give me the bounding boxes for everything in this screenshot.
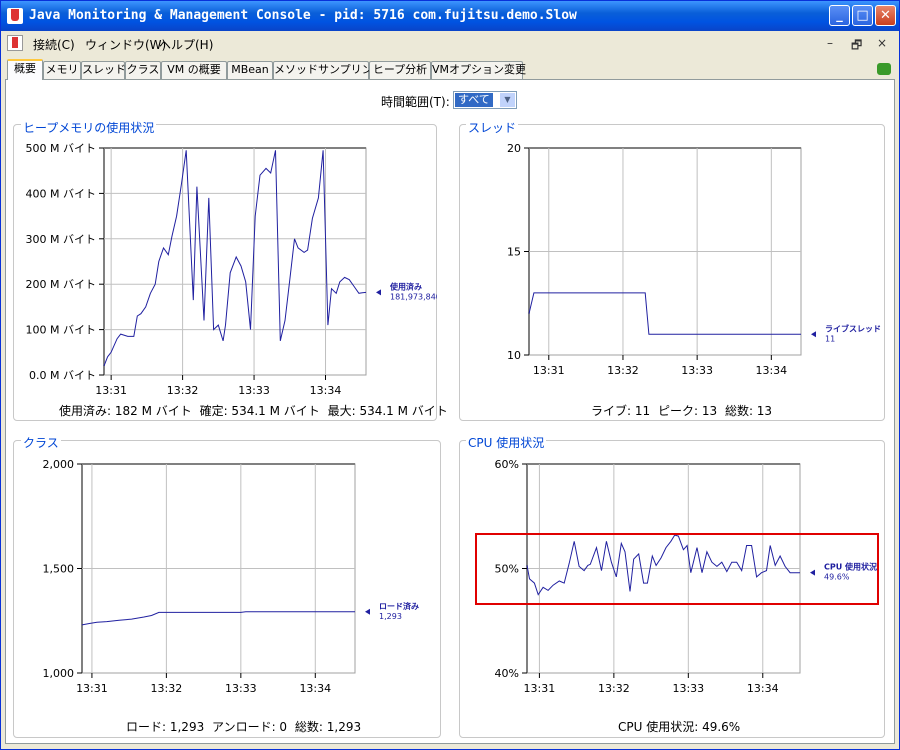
- menu-help[interactable]: ヘルプ(H): [159, 36, 213, 53]
- menu-connection[interactable]: 接続(C): [33, 36, 75, 53]
- y-tick-label: 15: [507, 246, 521, 259]
- heap-summary: 使用済み: 182 M バイト 確定: 534.1 M バイト 最大: 534.…: [59, 402, 452, 419]
- series-name-label: 使用済み: [389, 281, 422, 291]
- x-tick-label: 13:31: [533, 364, 565, 377]
- cpu-highlight-box: [475, 533, 879, 605]
- threads-summary: ライブ: 11 ピーク: 13 総数: 13: [591, 402, 776, 419]
- y-tick-label: 40%: [495, 667, 519, 680]
- y-tick-label: 400 M バイト: [26, 187, 96, 200]
- classes-chart: 1,000 1,500 2,000 13:31 13:32 13:33 13:34 ロード済み…: [43, 458, 420, 695]
- x-tick-label: 13:34: [310, 384, 342, 397]
- close-button[interactable]: ✕: [875, 5, 896, 26]
- x-tick-label: 13:31: [76, 682, 108, 695]
- tab-threads[interactable]: スレッド: [81, 61, 126, 79]
- y-tick-label: 300 M バイト: [26, 233, 96, 246]
- x-tick-label: 13:33: [225, 682, 257, 695]
- y-tick-label: 2,000: [43, 458, 75, 471]
- y-tick-label: 100 M バイト: [26, 324, 96, 337]
- series-value-label: 181,973,840: [390, 292, 437, 301]
- y-tick-label: 10: [507, 349, 521, 362]
- heap-used-summary: 使用済み: 182 M バイト: [59, 404, 192, 418]
- x-tick-label: 13:34: [299, 682, 331, 695]
- java-cup-icon[interactable]: [7, 8, 23, 24]
- classes-summary: ロード: 1,293 アンロード: 0 総数: 1,293: [126, 718, 365, 735]
- series-marker-icon: [811, 331, 816, 338]
- tab-method-sampling[interactable]: メソッドサンプリング: [273, 61, 384, 79]
- y-tick-label: 0.0 M バイト: [29, 369, 96, 382]
- maximize-button[interactable]: □: [852, 5, 873, 26]
- tab-memory[interactable]: メモリ: [43, 61, 81, 79]
- window-title: Java Monitoring & Management Console - p…: [29, 8, 577, 23]
- tab-vm-options[interactable]: VMオプション変更: [431, 61, 526, 79]
- y-tick-label: 200 M バイト: [26, 278, 96, 291]
- connection-status-icon: [877, 63, 891, 75]
- internal-minimize-button[interactable]: –: [827, 36, 833, 50]
- main-window: Java Monitoring & Management Console - p…: [0, 0, 900, 750]
- threads-peak-summary: ピーク: 13: [657, 404, 718, 418]
- y-tick-label: 60%: [495, 458, 519, 471]
- time-range-value: すべて: [455, 93, 493, 107]
- tab-vm-summary[interactable]: VM の概要: [161, 61, 227, 79]
- series-marker-icon: [365, 608, 370, 615]
- classes-unloaded-summary: アンロード: 0: [212, 720, 288, 734]
- series-marker-icon: [376, 289, 381, 296]
- x-tick-label: 13:32: [598, 682, 630, 695]
- internal-restore-button[interactable]: 🗗: [851, 36, 862, 57]
- heap-committed-summary: 確定: 534.1 M バイト: [199, 404, 320, 418]
- heap-chart: 0.0 M バイト 100 M バイト 200 M バイト 300 M バイト 400 …: [26, 142, 437, 397]
- x-tick-label: 13:34: [747, 682, 779, 695]
- y-tick-label: 1,500: [43, 563, 75, 576]
- series-name-label: ロード済み: [379, 601, 419, 611]
- tab-mbean[interactable]: MBean: [227, 61, 273, 79]
- threads-total-summary: 総数: 13: [724, 404, 773, 418]
- x-tick-label: 13:31: [524, 682, 556, 695]
- heap-max-summary: 最大: 534.1 M バイト: [327, 404, 448, 418]
- series-value-label: 1,293: [379, 612, 402, 621]
- y-tick-label: 500 M バイト: [26, 142, 96, 155]
- series-name-label: ライブスレッド: [825, 323, 881, 333]
- tab-classes[interactable]: クラス: [125, 61, 161, 79]
- threads-chart: 10 15 20 13:31 13:32 13:33 13:34 ライブスレッド11: [507, 142, 881, 377]
- tab-heap-analysis[interactable]: ヒープ分析: [369, 61, 431, 79]
- x-tick-label: 13:31: [95, 384, 127, 397]
- title-bar[interactable]: Java Monitoring & Management Console - p…: [1, 1, 899, 31]
- java-cup-icon[interactable]: [7, 35, 23, 51]
- y-tick-label: 20: [507, 142, 521, 155]
- chevron-down-icon[interactable]: ▼: [500, 93, 515, 107]
- menu-bar: 接続(C) ウィンドウ(W) ヘルプ(H) – 🗗 ×: [1, 31, 899, 55]
- series-value-label: 11: [825, 334, 835, 343]
- menu-window[interactable]: ウィンドウ(W): [85, 36, 166, 53]
- threads-live-summary: ライブ: 11: [591, 404, 651, 418]
- classes-loaded-summary: ロード: 1,293: [126, 720, 205, 734]
- x-tick-label: 13:34: [755, 364, 787, 377]
- y-tick-label: 1,000: [43, 667, 75, 680]
- classes-total-summary: 総数: 1,293: [294, 720, 362, 734]
- time-range-label: 時間範囲(T):: [381, 95, 450, 109]
- minimize-button[interactable]: _: [829, 5, 850, 26]
- time-range-dropdown[interactable]: すべて ▼: [453, 91, 517, 109]
- cpu-usage-summary: CPU 使用状況: 49.6%: [618, 720, 741, 734]
- cpu-summary: CPU 使用状況: 49.6%: [618, 718, 744, 735]
- x-tick-label: 13:32: [607, 364, 639, 377]
- x-tick-label: 13:33: [672, 682, 704, 695]
- x-tick-label: 13:32: [151, 682, 183, 695]
- x-tick-label: 13:33: [681, 364, 713, 377]
- internal-close-button[interactable]: ×: [877, 36, 887, 50]
- x-tick-label: 13:33: [238, 384, 270, 397]
- x-tick-label: 13:32: [167, 384, 199, 397]
- tab-overview[interactable]: 概要: [7, 59, 43, 80]
